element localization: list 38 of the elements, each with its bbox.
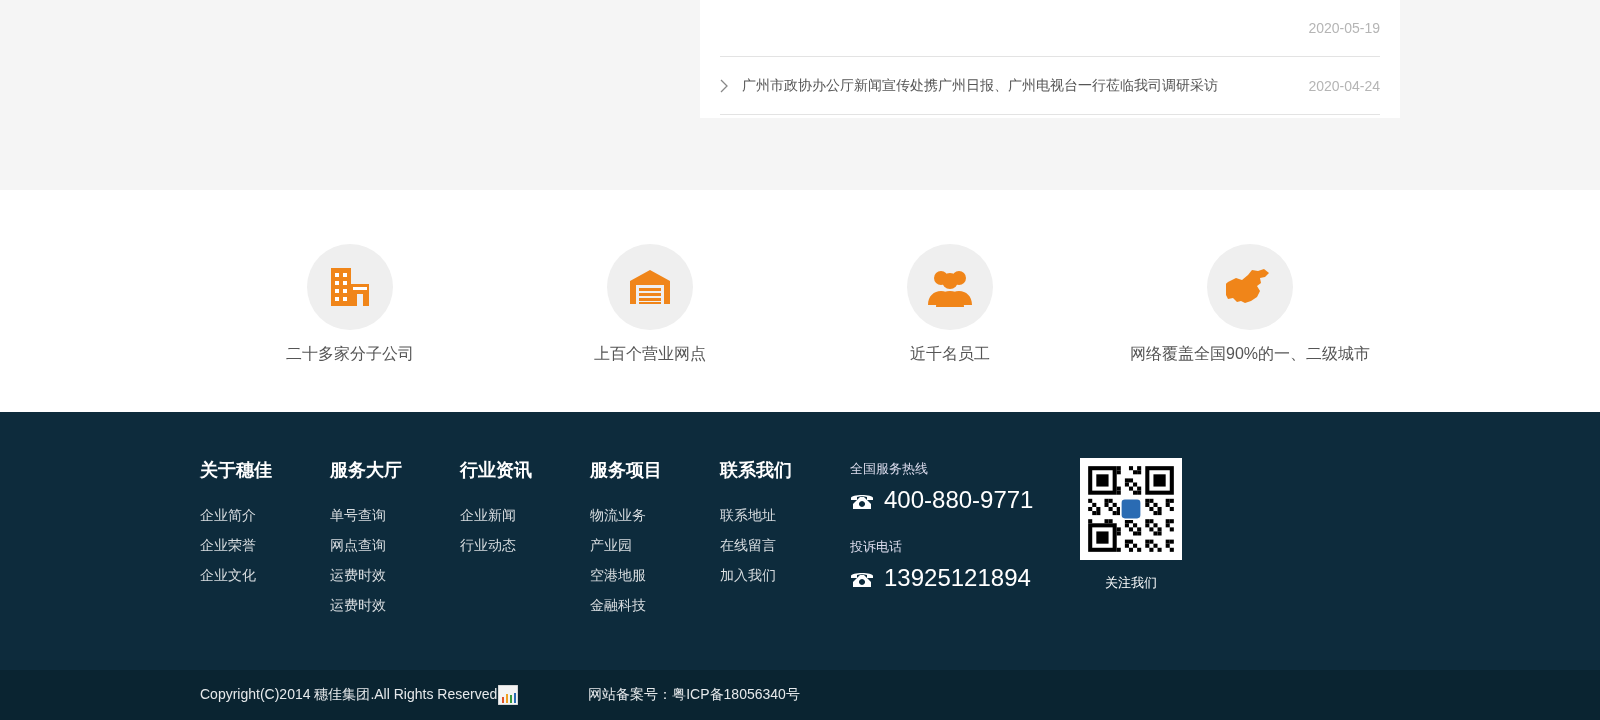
phone-number: 13925121894 (884, 564, 1031, 592)
copyright-text: Copyright(C)2014 穗佳集团.All Rights Reserved (200, 686, 498, 704)
footer-link[interactable]: 企业荣誉 (200, 530, 330, 560)
footer-link[interactable]: 行业动态 (460, 530, 590, 560)
footer-heading: 关于穗佳 (200, 459, 273, 482)
footer-link[interactable]: 联系地址 (720, 500, 850, 530)
footer-link[interactable]: 企业新闻 (460, 500, 590, 530)
footer-link[interactable]: 产业园 (590, 530, 720, 560)
qr-caption: 关注我们 (1105, 574, 1157, 592)
footer-heading: 服务大厅 (330, 459, 403, 482)
footer-link[interactable]: 网点查询 (330, 530, 460, 560)
footer-link[interactable]: 加入我们 (720, 560, 850, 590)
footer-link[interactable]: 企业简介 (200, 500, 330, 530)
footer-heading: 行业资讯 (460, 459, 533, 482)
footer-link[interactable]: 物流业务 (590, 500, 720, 530)
footer-heading: 服务项目 (590, 459, 663, 482)
statistics-icon[interactable] (498, 685, 519, 705)
footer-link[interactable]: 单号查询 (330, 500, 460, 530)
footer-link[interactable]: 在线留言 (720, 530, 850, 560)
phone-label: 投诉电话 (850, 538, 903, 556)
building-icon (329, 266, 371, 308)
footer-link[interactable]: 运费时效 (330, 590, 460, 620)
stat-label: 二十多家分子公司 (286, 344, 414, 364)
news-link[interactable]: 广州市政协办公厅新闻宣传处携广州日报、广州电视台一行莅临我司调研采访 (742, 76, 1218, 95)
footer-link[interactable]: 金融科技 (590, 590, 720, 620)
warehouse-icon (629, 269, 671, 305)
news-date: 2020-04-24 (1308, 77, 1380, 94)
footer-heading: 联系我们 (720, 459, 793, 482)
stat-label: 网络覆盖全国90%的一、二级城市 (1130, 344, 1370, 364)
stat-label: 上百个营业网点 (594, 344, 706, 364)
stat-label: 近千名员工 (910, 344, 990, 364)
footer-link[interactable]: 企业文化 (200, 560, 330, 590)
icp-record: 网站备案号：粤ICP备18056340号 (588, 686, 800, 704)
footer-link[interactable]: 运费时效 (330, 560, 460, 590)
phone-label: 全国服务热线 (850, 460, 929, 478)
footer-link[interactable]: 空港地服 (590, 560, 720, 590)
phone-number: 400-880-9771 (884, 486, 1034, 514)
news-date: 2020-05-19 (1308, 20, 1380, 36)
